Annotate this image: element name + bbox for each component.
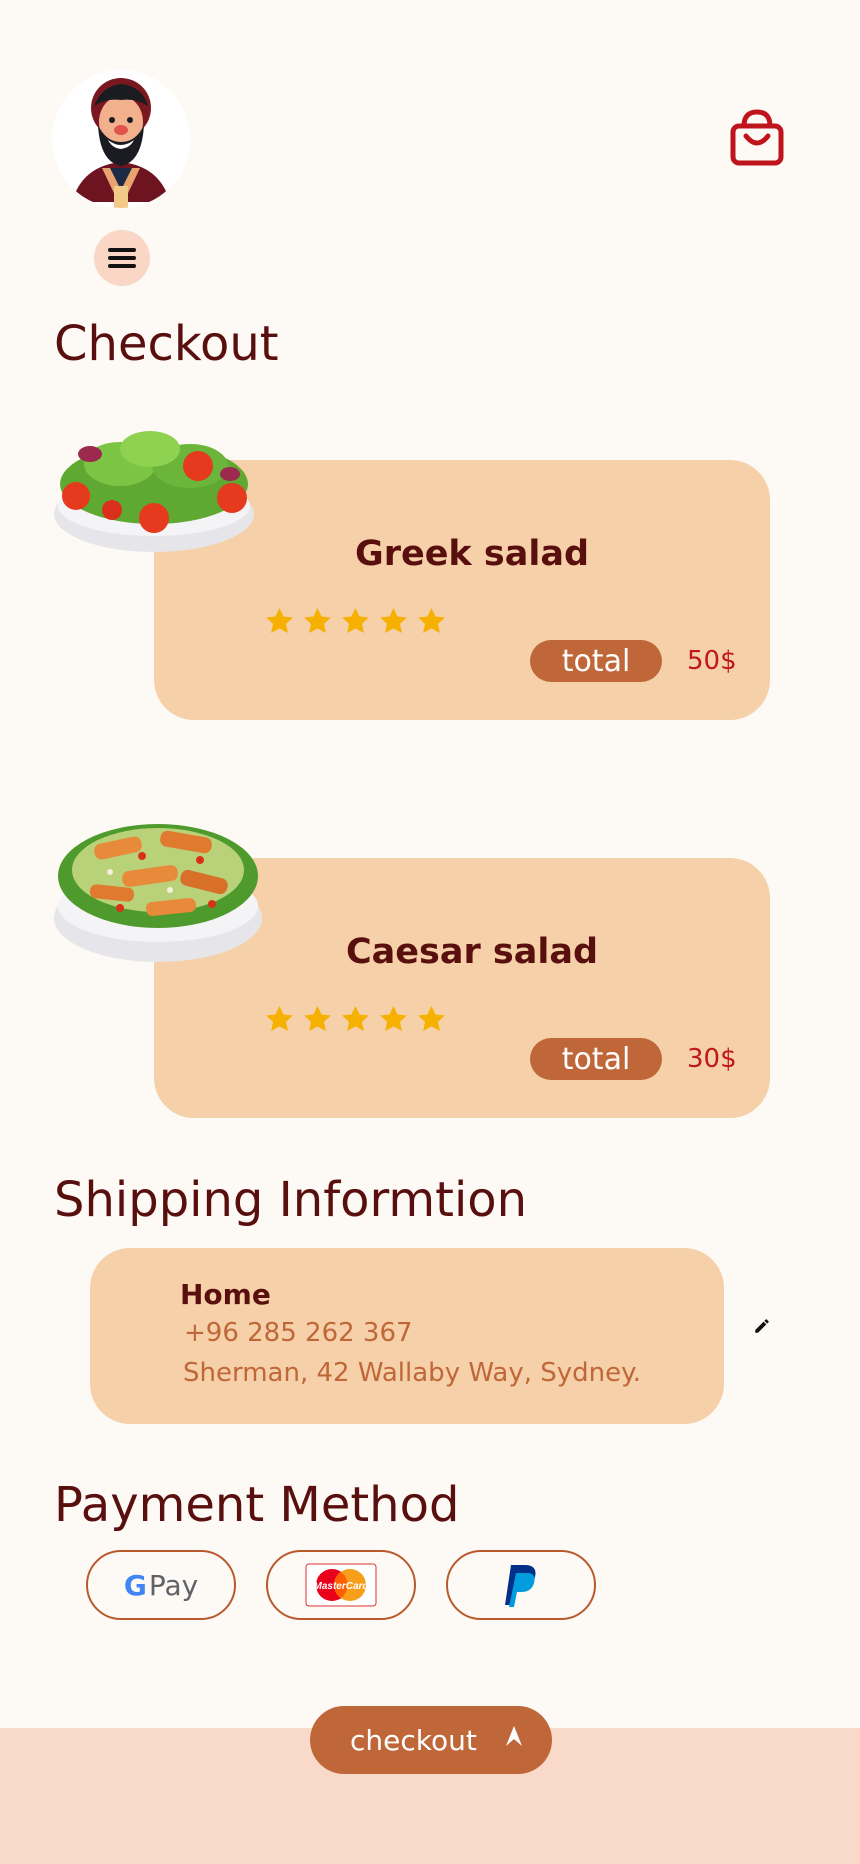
paypal-icon: [505, 1565, 536, 1607]
paypal-button[interactable]: [446, 1550, 596, 1620]
google-pay-logo: G Pay: [124, 1569, 198, 1602]
google-g-icon: G: [123, 1568, 147, 1602]
item-price: 50$: [687, 646, 737, 676]
item-price: 30$: [687, 1044, 737, 1074]
star-icon: [266, 607, 293, 633]
page-title: Checkout: [54, 316, 279, 372]
bearded-man-avatar-icon: [72, 78, 170, 208]
edit-address-button[interactable]: [748, 1312, 776, 1340]
star-icon: [304, 1005, 331, 1031]
star-icon: [266, 1005, 293, 1031]
greek-salad-image: [50, 414, 260, 558]
shipping-title: Shipping Informtion: [54, 1172, 528, 1228]
payment-title: Payment Method: [54, 1477, 460, 1533]
star-icon: [304, 607, 331, 633]
caret-up-icon: [504, 1724, 524, 1757]
star-icon: [380, 607, 407, 633]
caesar-salad-image: [50, 796, 270, 970]
star-icon: [342, 1005, 369, 1031]
cart-button[interactable]: [724, 104, 790, 170]
pencil-icon: [755, 1319, 769, 1333]
star-icon: [418, 1005, 445, 1031]
hamburger-menu-icon: [108, 248, 136, 268]
total-badge: total: [530, 640, 662, 682]
rating-stars: [264, 606, 447, 637]
shopping-bag-icon: [730, 109, 784, 166]
star-icon: [418, 607, 445, 633]
google-pay-word: Pay: [148, 1568, 199, 1602]
mastercard-icon: MasterCard: [305, 1563, 377, 1607]
shipping-address-card[interactable]: Home +96 285 262 367 Sherman, 42 Wallaby…: [90, 1248, 724, 1424]
address-line: Sherman, 42 Wallaby Way, Sydney.: [183, 1358, 642, 1388]
checkout-label: checkout: [350, 1724, 477, 1757]
address-phone: +96 285 262 367: [184, 1318, 413, 1348]
avatar[interactable]: [52, 70, 190, 208]
rating-stars: [264, 1004, 447, 1035]
mastercard-logo-text: MasterCard: [313, 1581, 369, 1592]
menu-button[interactable]: [94, 230, 150, 286]
total-badge: total: [530, 1038, 662, 1080]
mastercard-button[interactable]: MasterCard: [266, 1550, 416, 1620]
star-icon: [380, 1005, 407, 1031]
checkout-button[interactable]: checkout: [310, 1706, 552, 1774]
star-icon: [342, 607, 369, 633]
address-label: Home: [180, 1278, 271, 1311]
google-pay-button[interactable]: G Pay: [86, 1550, 236, 1620]
